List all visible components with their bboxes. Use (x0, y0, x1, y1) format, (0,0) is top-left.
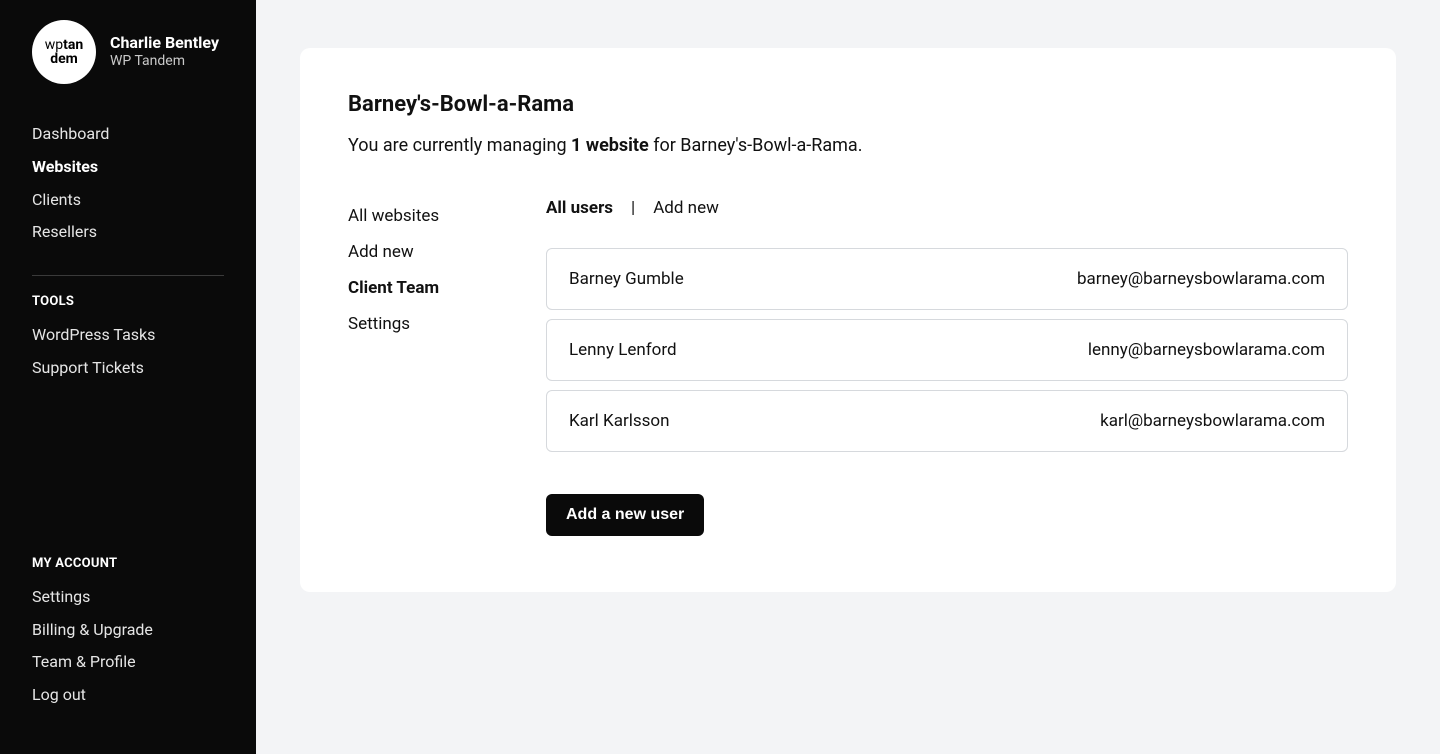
nav-account-heading: MY ACCOUNT (32, 556, 224, 571)
current-user-name: Charlie Bentley (110, 33, 219, 53)
sidebar-item-clients[interactable]: Clients (32, 184, 224, 217)
tab-add-new[interactable]: Add new (653, 198, 719, 218)
tab-separator: | (631, 198, 635, 218)
page-title: Barney's-Bowl-a-Rama (348, 92, 1348, 117)
nav-tools-group: TOOLS WordPress TasksSupport Tickets (32, 294, 224, 385)
subnav-client-team[interactable]: Client Team (348, 270, 498, 306)
current-user-company: WP Tandem (110, 53, 219, 71)
user-row-email: lenny@barneysbowlarama.com (1088, 340, 1325, 360)
user-row[interactable]: Karl Karlsson karl@barneysbowlarama.com (546, 390, 1348, 452)
sidebar-header: wptandem Charlie Bentley WP Tandem (32, 20, 224, 84)
subnav: All websitesAdd newClient TeamSettings (348, 198, 498, 342)
sidebar-item-settings[interactable]: Settings (32, 581, 224, 614)
page-subtext: You are currently managing 1 website for… (348, 135, 1348, 156)
user-row-name: Karl Karlsson (569, 411, 669, 431)
content-card: Barney's-Bowl-a-Rama You are currently m… (300, 48, 1396, 592)
tab-all-users[interactable]: All users (546, 198, 613, 218)
user-row[interactable]: Lenny Lenford lenny@barneysbowlarama.com (546, 319, 1348, 381)
sidebar-item-wordpress-tasks[interactable]: WordPress Tasks (32, 319, 224, 352)
client-team-panel: All users | Add new Barney Gumble barney@… (546, 198, 1348, 536)
nav-account-group: MY ACCOUNT SettingsBilling & UpgradeTeam… (32, 556, 224, 712)
logo[interactable]: wptandem (32, 20, 96, 84)
sidebar-item-support-tickets[interactable]: Support Tickets (32, 352, 224, 385)
sidebar: wptandem Charlie Bentley WP Tandem Dashb… (0, 0, 256, 754)
user-row-email: karl@barneysbowlarama.com (1100, 411, 1325, 431)
nav-primary: DashboardWebsitesClientsResellers (32, 118, 224, 249)
subnav-settings[interactable]: Settings (348, 306, 498, 342)
subnav-all-websites[interactable]: All websites (348, 198, 498, 234)
sidebar-item-logout[interactable]: Log out (32, 679, 224, 712)
panel-tabs: All users | Add new (546, 198, 1348, 218)
sidebar-item-team-profile[interactable]: Team & Profile (32, 646, 224, 679)
nav-divider (32, 275, 224, 276)
logo-text: wptandem (45, 38, 83, 66)
user-row-name: Barney Gumble (569, 269, 684, 289)
nav-tools-heading: TOOLS (32, 294, 224, 309)
main: Barney's-Bowl-a-Rama You are currently m… (256, 0, 1440, 754)
sidebar-item-websites[interactable]: Websites (32, 151, 224, 184)
user-row-email: barney@barneysbowlarama.com (1077, 269, 1325, 289)
sidebar-item-dashboard[interactable]: Dashboard (32, 118, 224, 151)
user-row-name: Lenny Lenford (569, 340, 677, 360)
user-list: Barney Gumble barney@barneysbowlarama.com… (546, 248, 1348, 452)
sidebar-item-billing[interactable]: Billing & Upgrade (32, 614, 224, 647)
subnav-add-new[interactable]: Add new (348, 234, 498, 270)
user-block: Charlie Bentley WP Tandem (110, 33, 219, 71)
user-row[interactable]: Barney Gumble barney@barneysbowlarama.com (546, 248, 1348, 310)
add-new-user-button[interactable]: Add a new user (546, 494, 704, 536)
sidebar-item-resellers[interactable]: Resellers (32, 216, 224, 249)
